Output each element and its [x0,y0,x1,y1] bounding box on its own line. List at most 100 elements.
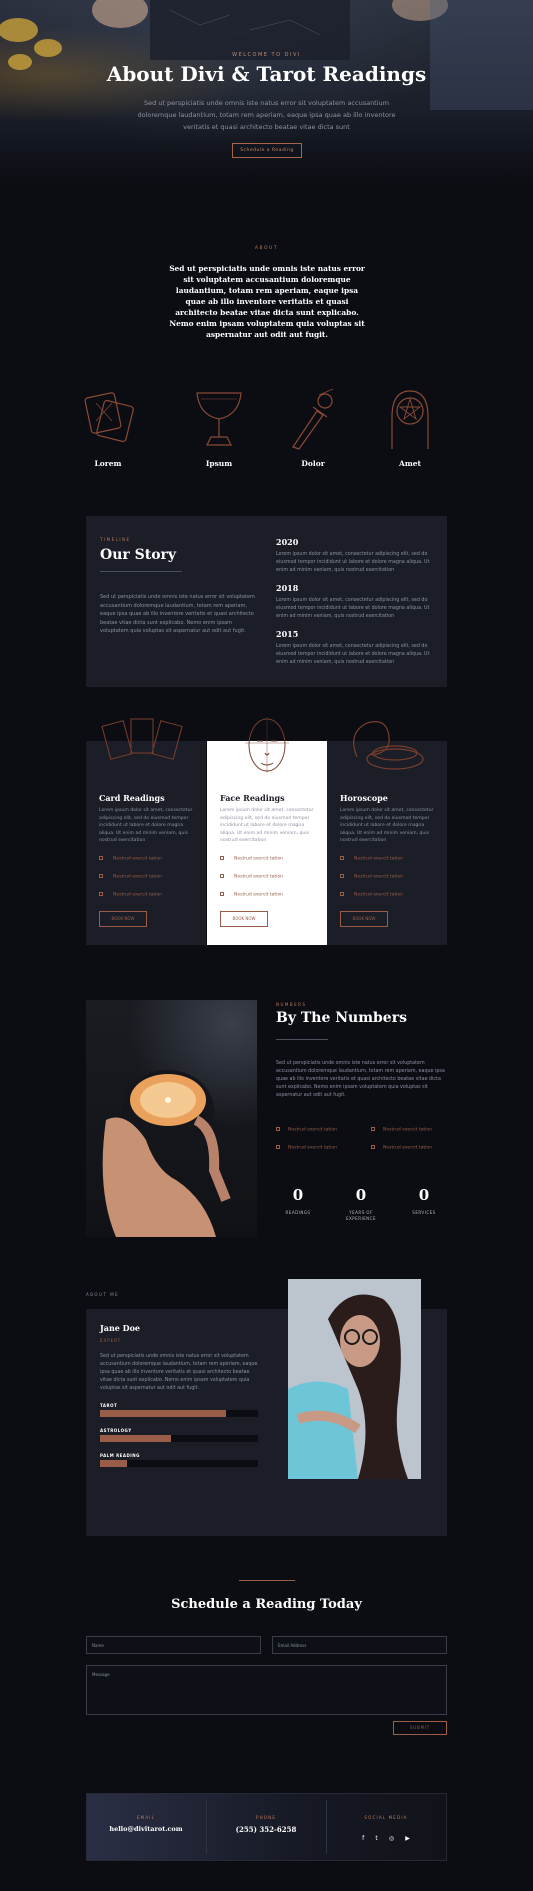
counter-label: YEARS OF EXPERIENCE [345,1210,376,1221]
pentacle-hand-icon [391,390,429,449]
numbers-feature: Nostrud exercit tation [371,1145,432,1151]
checkbox-icon [99,892,103,896]
checkbox-icon [220,874,224,878]
about-icon-item-4: Amet [370,383,450,468]
timeline-text: Lorem ipsum dolor sit amet, consectetur … [276,644,430,665]
checkbox-icon [276,1145,280,1149]
schedule-reading-button[interactable]: Schedule a Reading [232,143,302,158]
numbers-title: By The Numbers [276,1010,407,1026]
service-card-horoscope: Horoscope Lorem ipsum dolor sit amet, co… [327,721,447,945]
numbers-feature: Nostrud exercit tation [371,1127,432,1133]
timeline-year: 2020 [276,537,299,547]
checkbox-icon [220,856,224,860]
twitter-icon[interactable]: t [375,1835,377,1842]
service-title: Horoscope [340,793,388,803]
name-input[interactable]: Name [86,1636,261,1654]
checkbox-icon [99,856,103,860]
footer-label: PHONE [255,1815,277,1820]
tarot-cards-icon [84,392,134,443]
profile-text: Sed ut perspiciatis unde omnis iste natu… [100,1354,258,1391]
numbers-feature: Nostrud exercit tation [276,1127,337,1133]
numbers-feature: Nostrud exercit tation [276,1145,337,1151]
checkbox-icon [340,856,344,860]
story-title: Our Story [100,547,177,563]
facebook-icon[interactable]: f [362,1835,364,1842]
checkbox-icon [371,1145,375,1149]
footer-social: SOCIAL MEDIA f t ◎ ▶ [331,1815,441,1844]
about-icon-item-2: Ipsum [179,383,259,468]
portrait-image [288,1279,421,1479]
footer-label: EMAIL [136,1815,156,1820]
skill-bar-tarot [100,1410,258,1417]
numbers-text: Sed ut perspiciatis unde omnis iste natu… [276,1061,445,1098]
checkbox-icon [99,874,103,878]
about-kicker: ABOUT [254,246,279,251]
counter-value: 0 [418,1186,430,1204]
divider [326,1800,327,1854]
footer-email: EMAIL hello@divitarot.com [91,1815,201,1833]
service-text: Lorem ipsum dolor sit amet, consectetur … [220,808,314,843]
face-illustration [245,717,289,773]
skill-fill [100,1460,127,1467]
candle-photo [86,1000,257,1237]
skill-bar-palm-reading [100,1460,258,1467]
skill-label: PALM READING [100,1453,140,1458]
youtube-icon[interactable]: ▶ [405,1835,410,1842]
book-now-button[interactable]: BOOK NOW [220,911,268,927]
footer-phone: PHONE (255) 352-6258 [211,1815,321,1834]
service-title: Card Readings [99,793,165,803]
profile-role: EXPERT [100,1338,122,1343]
dagger-icon [292,388,334,450]
service-feature: Nostrud exercit tation [99,874,162,880]
about-icon-label: Dolor [301,459,325,468]
phone-link[interactable]: (255) 352-6258 [211,1825,321,1834]
hero-section: WELCOME TO DIVI About Divi & Tarot Readi… [0,0,533,185]
service-feature: Nostrud exercit tation [220,892,283,898]
about-me-kicker: ABOUT ME [86,1292,120,1297]
contact-title: Schedule a Reading Today [171,1597,362,1612]
story-text: Sed ut perspiciatis unde omnis iste natu… [100,594,255,634]
hero-description: Sed ut perspiciatis unde omnis iste natu… [137,99,396,131]
candle-image [102,1070,231,1237]
counter-readings: 0 READINGS [268,1186,328,1216]
social-icons: f t ◎ ▶ [331,1825,441,1844]
skill-bar-astrology [100,1435,258,1442]
service-text: Lorem ipsum dolor sit amet, consectetur … [99,808,193,843]
instagram-icon[interactable]: ◎ [389,1835,394,1842]
divider [276,1039,328,1040]
profile-photo [288,1279,421,1479]
divider [239,1580,295,1581]
about-icon-label: Lorem [94,459,122,468]
message-textarea[interactable]: Message [86,1665,447,1715]
counter-experience: 0 YEARS OF EXPERIENCE [331,1186,391,1222]
skill-label: TAROT [100,1403,118,1408]
checkbox-icon [340,874,344,878]
service-card-card-readings: Card Readings Lorem ipsum dolor sit amet… [86,718,206,945]
email-link[interactable]: hello@divitarot.com [91,1825,201,1833]
submit-button[interactable]: SUBMIT [393,1721,447,1735]
email-input[interactable]: Email Address [272,1636,447,1654]
timeline-year: 2018 [276,583,299,593]
service-card-face-readings: Face Readings Lorem ipsum dolor sit amet… [207,717,327,945]
counter-value: 0 [292,1186,304,1204]
book-now-button[interactable]: BOOK NOW [340,911,388,927]
book-now-button[interactable]: BOOK NOW [99,911,147,927]
chalice-icon [196,392,242,446]
story-kicker: TIMELINE [100,537,131,542]
counter-label: SERVICES [412,1210,436,1215]
service-feature: Nostrud exercit tation [340,874,403,880]
timeline-text: Lorem ipsum dolor sit amet, consectetur … [276,598,430,619]
timeline-text: Lorem ipsum dolor sit amet, consectetur … [276,552,430,573]
service-feature: Nostrud exercit tation [340,892,403,898]
service-feature: Nostrud exercit tation [220,874,283,880]
serpent-illustration [353,721,424,770]
hero-title: About Divi & Tarot Readings [106,62,427,86]
skill-fill [100,1435,172,1442]
service-feature: Nostrud exercit tation [99,856,162,862]
about-icon-item-3: Dolor [273,383,353,468]
service-feature: Nostrud exercit tation [99,892,162,898]
about-text: Sed ut perspiciatis unde omnis iste natu… [169,264,365,339]
divider [100,571,182,572]
timeline-year: 2015 [276,629,299,639]
service-title: Face Readings [220,793,285,803]
